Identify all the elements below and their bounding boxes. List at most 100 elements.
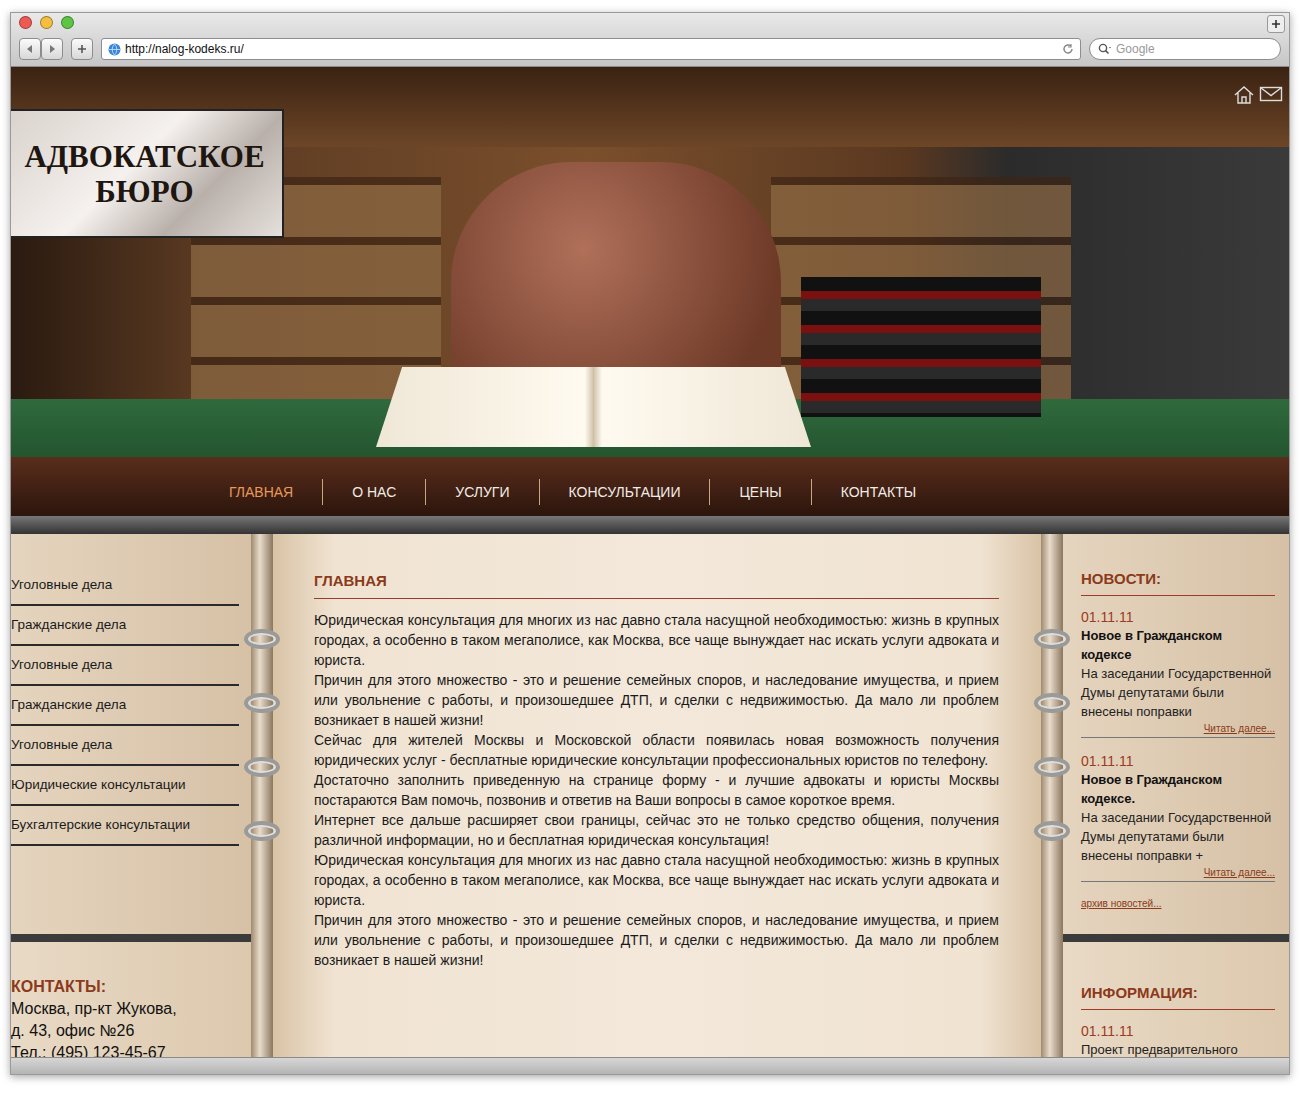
side-menu: Уголовные делаГражданские делаУголовные … [11, 534, 251, 934]
sidebar-item[interactable]: Уголовные дела [11, 726, 239, 766]
plus-icon [77, 44, 87, 54]
article-paragraph: Юридическая консультация для многих из н… [314, 610, 999, 670]
info-title: ИНФОРМАЦИЯ: [1081, 982, 1275, 1010]
news-item: 01.11.11Новое в Гражданском кодексеНа за… [1081, 608, 1275, 738]
add-bookmark-button[interactable] [71, 38, 93, 60]
left-column: Уголовные делаГражданские делаУголовные … [11, 534, 251, 1057]
new-tab-button[interactable] [1267, 15, 1285, 33]
sidebar-item[interactable]: Уголовные дела [11, 566, 239, 606]
info-item: 01.11.11Проект предварительного [1081, 1022, 1275, 1058]
news-heading: Новое в Гражданском кодексе. [1081, 770, 1275, 808]
book-stack [801, 277, 1041, 417]
binder-rings [1041, 534, 1063, 1057]
article-paragraph: Причин для этого множество - это и решен… [314, 910, 999, 970]
menu-item[interactable]: КОНСУЛЬТАЦИИ [539, 479, 710, 505]
read-more-link[interactable]: Читать далее... [1081, 721, 1275, 738]
contacts-block: КОНТАКТЫ:Москва, пр-кт Жукова,д. 43, офи… [11, 942, 251, 1057]
menu-item[interactable]: ЦЕНЫ [709, 479, 810, 505]
forward-button[interactable] [41, 38, 63, 60]
search-field[interactable]: Google [1089, 38, 1281, 60]
menu-label: УСЛУГИ [455, 484, 509, 500]
article-paragraph: Интернет все дальше расширяет свои грани… [314, 810, 999, 850]
site-logo[interactable]: АДВОКАТСКОЕБЮРО [11, 109, 284, 238]
header-icons [1233, 85, 1283, 105]
menu-label: О НАС [352, 484, 396, 500]
menu-item[interactable]: КОНТАКТЫ [811, 479, 946, 505]
news-text: На заседании Государственной Думы депута… [1081, 664, 1275, 721]
main-article: ГЛАВНАЯЮридическая консультация для мног… [273, 534, 1041, 1057]
home-icon[interactable] [1233, 85, 1255, 105]
forward-icon [47, 44, 57, 54]
menu-item[interactable]: ГЛАВНАЯ [209, 479, 322, 505]
news-text: На заседании Государственной Думы депута… [1081, 808, 1275, 865]
contacts-title: КОНТАКТЫ: [11, 976, 251, 998]
news-title: НОВОСТИ: [1081, 568, 1275, 596]
menu-label: ГЛАВНАЯ [229, 484, 293, 500]
read-more-link[interactable]: Читать далее... [1081, 865, 1275, 882]
address-bar[interactable]: http://nalog-kodeks.ru/ [101, 38, 1081, 60]
ring [244, 821, 280, 841]
logo-line: БЮРО [95, 174, 193, 209]
news-archive-link[interactable]: архив новостей... [1081, 896, 1275, 911]
sidebar-item[interactable]: Уголовные дела [11, 646, 239, 686]
plus-icon [1271, 19, 1281, 29]
open-book [376, 367, 811, 447]
menu-item[interactable]: УСЛУГИ [425, 479, 538, 505]
title-bar [11, 13, 1289, 35]
close-button[interactable] [19, 16, 32, 29]
header-strip [11, 516, 1289, 534]
ring [1034, 629, 1070, 649]
minimize-button[interactable] [40, 16, 53, 29]
main-menu: ГЛАВНАЯ О НАС УСЛУГИ КОНСУЛЬТАЦИИ ЦЕНЫ КОНТАК… [209, 477, 945, 507]
news-date: 01.11.11 [1081, 752, 1275, 770]
menu-item[interactable]: О НАС [322, 479, 425, 505]
reload-icon[interactable] [1062, 43, 1074, 55]
back-icon [25, 44, 35, 54]
contact-line: Тел.: (495) 123-45-67 [11, 1042, 251, 1057]
status-bar [11, 1057, 1289, 1074]
menu-label: КОНСУЛЬТАЦИИ [569, 484, 681, 500]
news-item: 01.11.11Новое в Гражданском кодексе.На з… [1081, 752, 1275, 882]
header-photo: АДВОКАТСКОЕБЮРО ГЛАВНАЯ О НАС УСЛУГИ КОНСУЛЬ… [11, 67, 1289, 534]
back-button[interactable] [19, 38, 41, 60]
article-paragraph: Сейчас для жителей Москвы и Московской о… [314, 730, 999, 770]
binder-rings [251, 534, 273, 1057]
contact-line: д. 43, офис №26 [11, 1020, 251, 1042]
url-text: http://nalog-kodeks.ru/ [125, 40, 1058, 58]
sidebar-item[interactable]: Юридические консультации [11, 766, 239, 806]
ring [244, 757, 280, 777]
search-icon [1098, 43, 1112, 55]
sidebar-item[interactable]: Бухгалтерские консультации [11, 806, 239, 846]
divider-strip [1063, 934, 1289, 942]
article-paragraph: Причин для этого множество - это и решен… [314, 670, 999, 730]
history-buttons [19, 38, 63, 60]
menu-label: КОНТАКТЫ [841, 484, 917, 500]
ring [1034, 757, 1070, 777]
ring [244, 629, 280, 649]
globe-icon [108, 43, 121, 56]
ring [1034, 821, 1070, 841]
mail-icon[interactable] [1259, 85, 1283, 103]
menu-label: ЦЕНЫ [739, 484, 781, 500]
divider-strip [11, 934, 251, 942]
right-column: НОВОСТИ:01.11.11Новое в Гражданском коде… [1063, 534, 1289, 1057]
ring [244, 693, 280, 713]
toolbar-row: http://nalog-kodeks.ru/Google [11, 35, 1289, 63]
info-text: Проект предварительного [1081, 1040, 1275, 1058]
search-placeholder: Google [1116, 40, 1155, 58]
content-area: Уголовные делаГражданские делаУголовные … [11, 534, 1289, 1057]
news-block: НОВОСТИ:01.11.11Новое в Гражданском коде… [1063, 534, 1289, 934]
contact-line: Москва, пр-кт Жукова, [11, 998, 251, 1020]
sidebar-item[interactable]: Гражданские дела [11, 686, 239, 726]
web-page: АДВОКАТСКОЕБЮРО ГЛАВНАЯ О НАС УСЛУГИ КОНСУЛЬ… [11, 67, 1289, 1057]
news-date: 01.11.11 [1081, 608, 1275, 626]
news-heading: Новое в Гражданском кодексе [1081, 626, 1275, 664]
info-block: ИНФОРМАЦИЯ: 01.11.11Проект предварительно… [1063, 942, 1289, 1057]
browser-window: http://nalog-kodeks.ru/Google АДВОКАТСКОЕ… [10, 12, 1290, 1075]
logo-line: АДВОКАТСКОЕ [24, 139, 264, 174]
ring [1034, 693, 1070, 713]
zoom-button[interactable] [61, 16, 74, 29]
sidebar-item[interactable]: Гражданские дела [11, 606, 239, 646]
article-paragraph: Достаточно заполнить приведенную на стра… [314, 770, 999, 810]
info-date: 01.11.11 [1081, 1022, 1275, 1040]
